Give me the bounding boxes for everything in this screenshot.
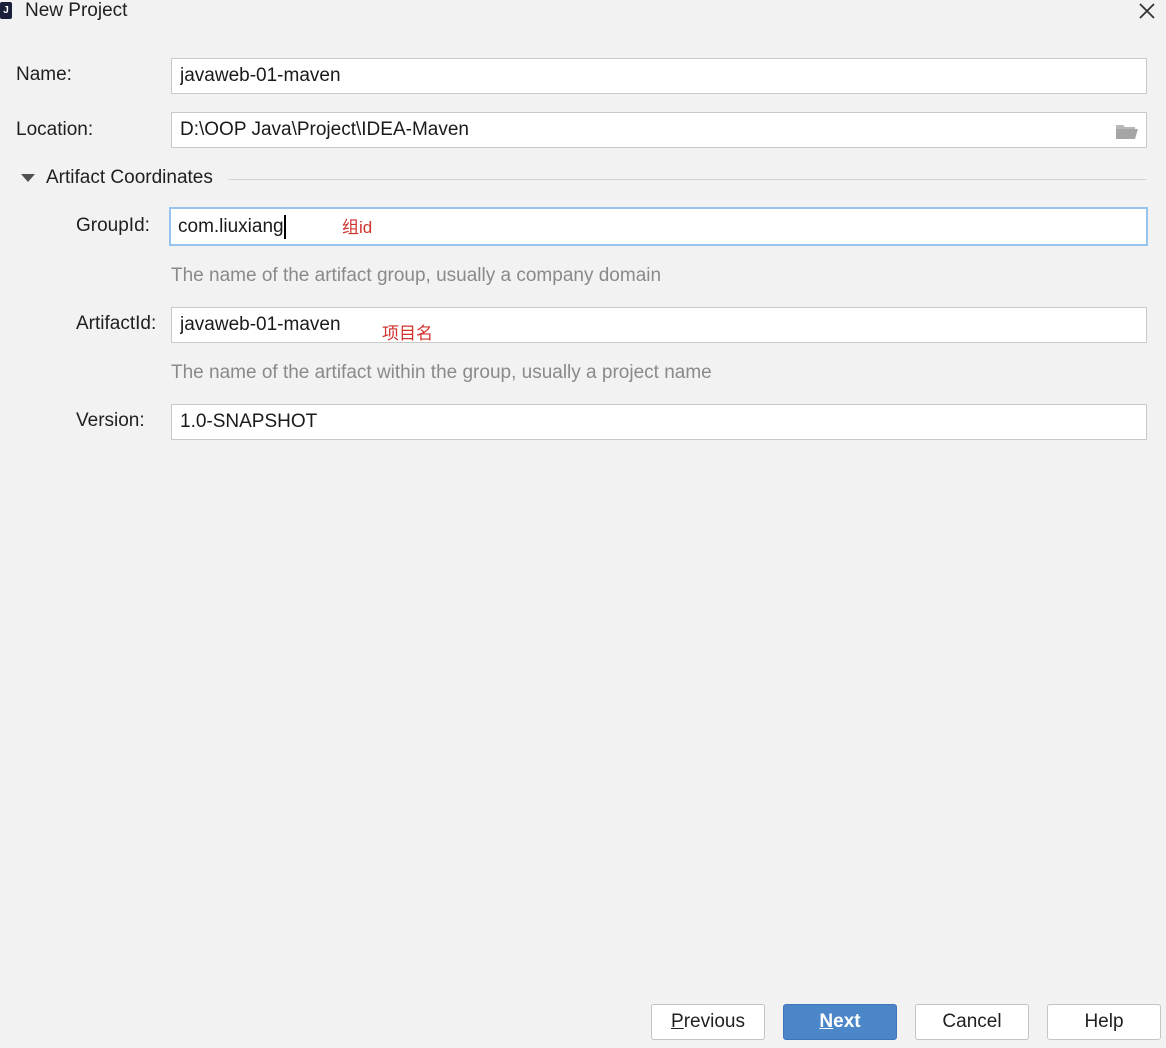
next-button[interactable]: Next [783,1004,897,1040]
collapse-triangle-icon[interactable] [21,174,35,182]
window-title: New Project [25,0,128,21]
groupid-value: com.liuxiang [178,216,284,237]
groupid-label: GroupId: [76,215,150,236]
version-input[interactable] [180,410,1138,434]
groupid-input[interactable]: com.liuxiang [178,215,286,239]
artifact-coordinates-title[interactable]: Artifact Coordinates [46,166,213,190]
next-mnemonic: N [819,1011,834,1032]
groupid-field[interactable]: com.liuxiang [169,207,1148,246]
previous-button[interactable]: Previous [651,1004,765,1040]
browse-folder-button[interactable] [1114,120,1140,142]
previous-mnemonic: P [671,1011,684,1032]
next-label: ext [833,1011,861,1032]
previous-label: revious [683,1011,745,1032]
version-label: Version: [76,410,145,431]
artifactid-label: ArtifactId: [76,313,157,334]
name-input[interactable] [180,64,1138,88]
location-field[interactable] [171,112,1147,148]
artifactid-input[interactable] [180,313,1138,337]
intellij-app-icon: J [0,2,12,19]
name-label: Name: [16,64,72,85]
artifactid-hint: The name of the artifact within the grou… [171,362,712,383]
version-field[interactable] [171,404,1147,440]
groupid-annotation: 组id [342,218,373,237]
close-button[interactable] [1134,0,1160,24]
section-divider [228,179,1146,180]
artifactid-annotation: 项目名 [382,324,433,343]
groupid-hint: The name of the artifact group, usually … [171,265,662,286]
close-icon [1139,3,1155,19]
text-caret [283,215,286,239]
name-field[interactable] [171,58,1147,94]
title-bar: J New Project [0,0,1166,24]
help-button[interactable]: Help [1047,1004,1161,1040]
cancel-button[interactable]: Cancel [915,1004,1029,1040]
location-label: Location: [16,119,94,140]
folder-icon [1116,125,1138,139]
location-input[interactable] [180,118,1100,142]
artifactid-field[interactable] [171,307,1147,343]
